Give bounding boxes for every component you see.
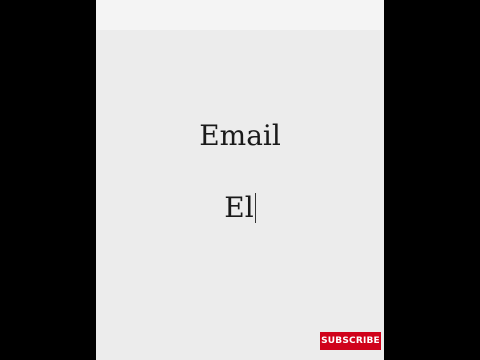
page-top-bar: [96, 0, 384, 30]
typing-field[interactable]: El: [96, 186, 384, 228]
target-word: Email: [199, 119, 281, 152]
typed-text: El: [224, 190, 254, 224]
video-frame: Email El SUBSCRIBE: [0, 0, 480, 360]
subscribe-button[interactable]: SUBSCRIBE: [320, 332, 381, 350]
typing-page: Email El: [96, 0, 384, 360]
text-caret: [254, 192, 256, 223]
